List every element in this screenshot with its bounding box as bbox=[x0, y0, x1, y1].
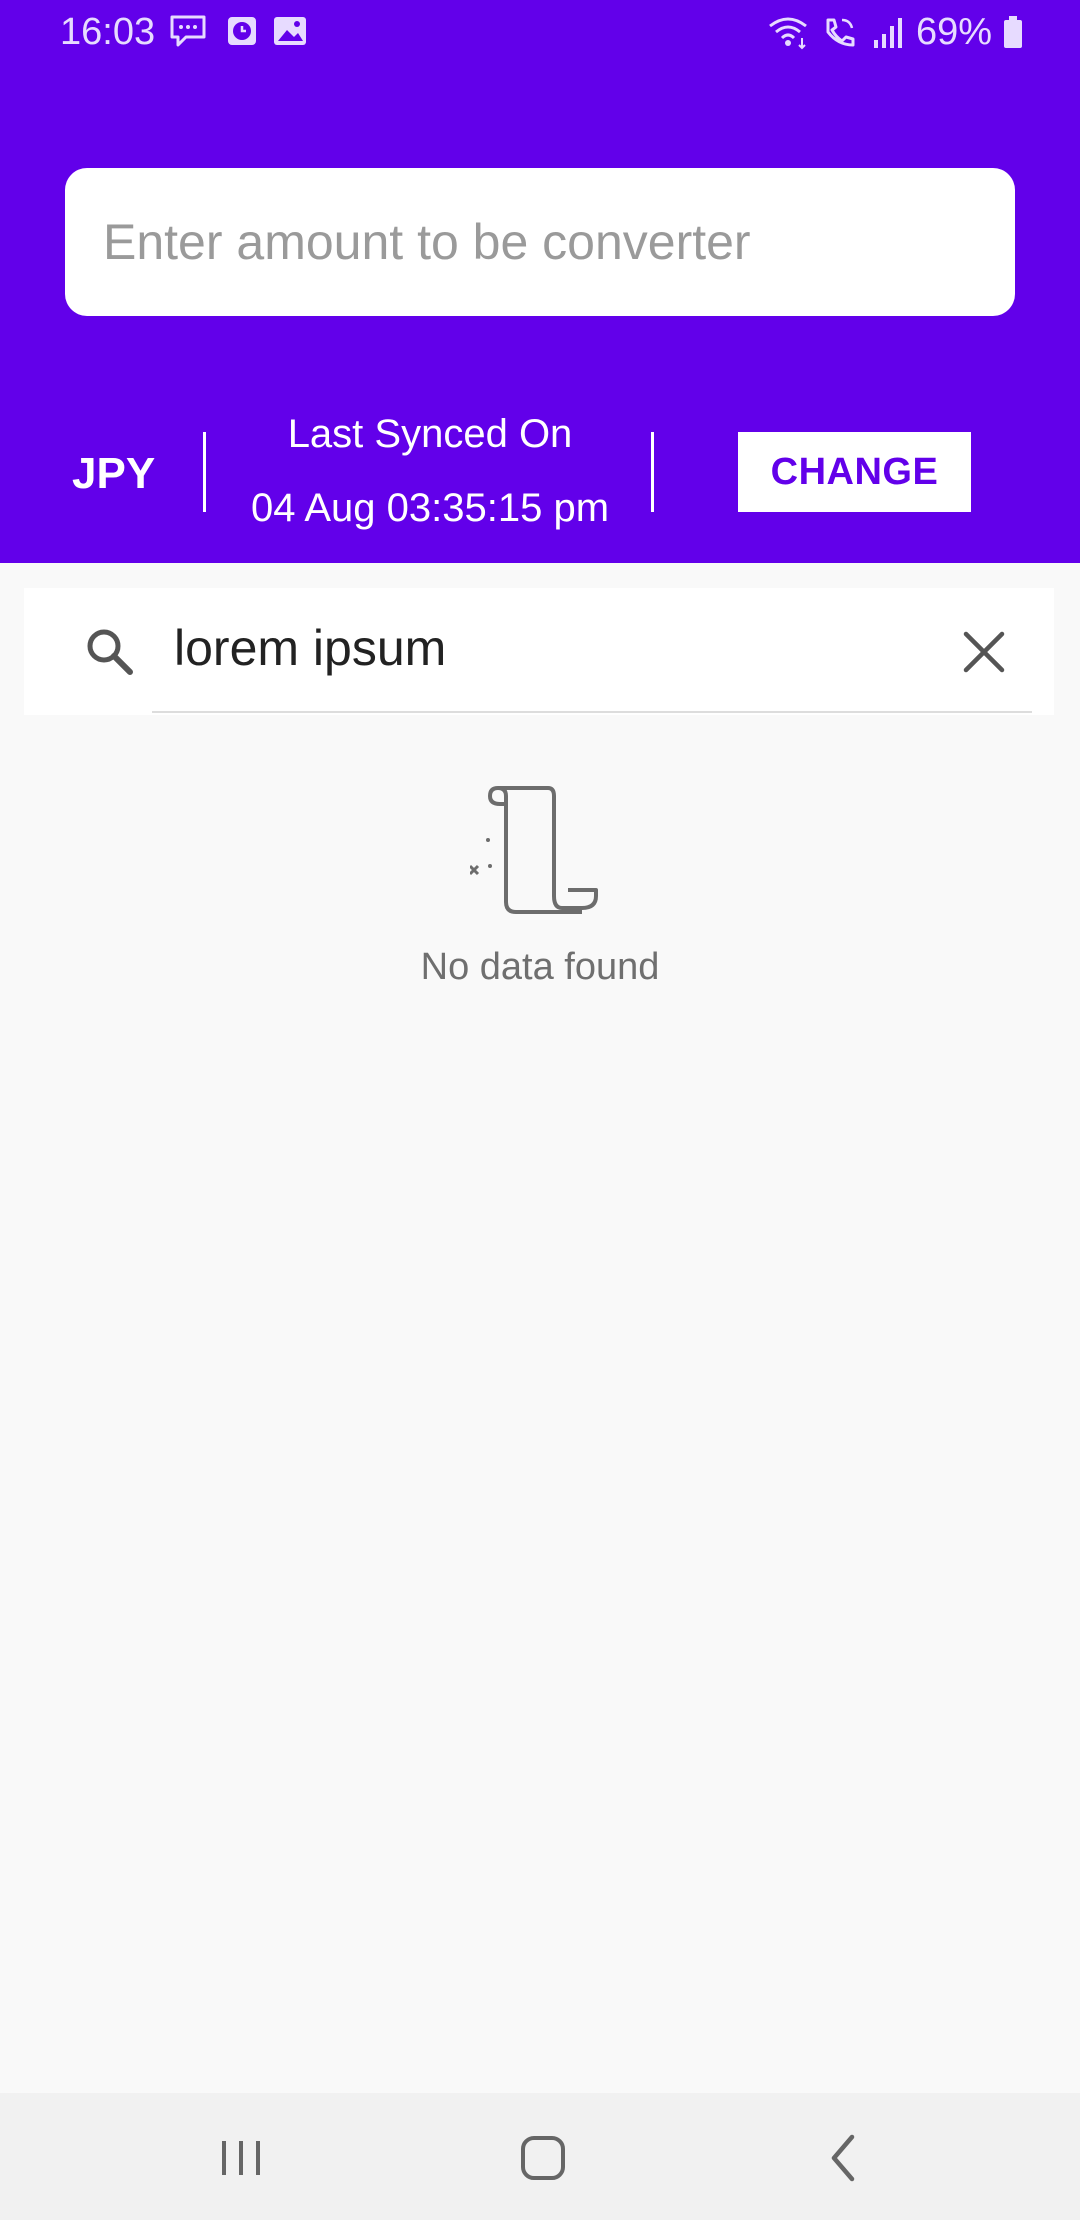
status-bar: 16:03 69% bbox=[0, 0, 1080, 64]
close-icon[interactable] bbox=[956, 624, 1012, 680]
converter-header: 16:03 69% Enter amount to be converter J… bbox=[0, 0, 1080, 563]
search-icon bbox=[87, 629, 133, 675]
signal-icon bbox=[873, 18, 902, 48]
clock-notification-icon bbox=[228, 17, 256, 45]
wifi-calling-icon bbox=[826, 18, 855, 47]
last-synced-label: Last Synced On bbox=[287, 412, 573, 456]
wifi-icon bbox=[769, 17, 807, 50]
currency-code: JPY bbox=[72, 449, 156, 498]
status-right-icons: 69% bbox=[766, 10, 1024, 54]
divider bbox=[651, 432, 654, 512]
empty-state-message: No data found bbox=[420, 946, 660, 988]
navigation-bar bbox=[0, 2093, 1080, 2220]
back-icon[interactable] bbox=[810, 2123, 880, 2193]
divider bbox=[203, 432, 206, 512]
search-input[interactable] bbox=[152, 608, 912, 688]
recent-apps-icon[interactable] bbox=[206, 2123, 276, 2193]
amount-input[interactable] bbox=[65, 168, 1015, 316]
last-synced-time: 04 Aug 03:35:15 pm bbox=[250, 486, 610, 530]
change-currency-button[interactable]: CHANGE bbox=[738, 432, 971, 512]
image-icon bbox=[274, 17, 306, 45]
home-icon[interactable] bbox=[508, 2123, 578, 2193]
battery-icon bbox=[1004, 16, 1022, 48]
battery-percent: 69% bbox=[915, 10, 992, 53]
search-underline bbox=[152, 711, 1032, 713]
search-bar bbox=[24, 588, 1054, 715]
message-icon bbox=[170, 15, 206, 47]
status-time: 16:03 bbox=[60, 11, 156, 53]
scroll-icon bbox=[470, 786, 598, 914]
